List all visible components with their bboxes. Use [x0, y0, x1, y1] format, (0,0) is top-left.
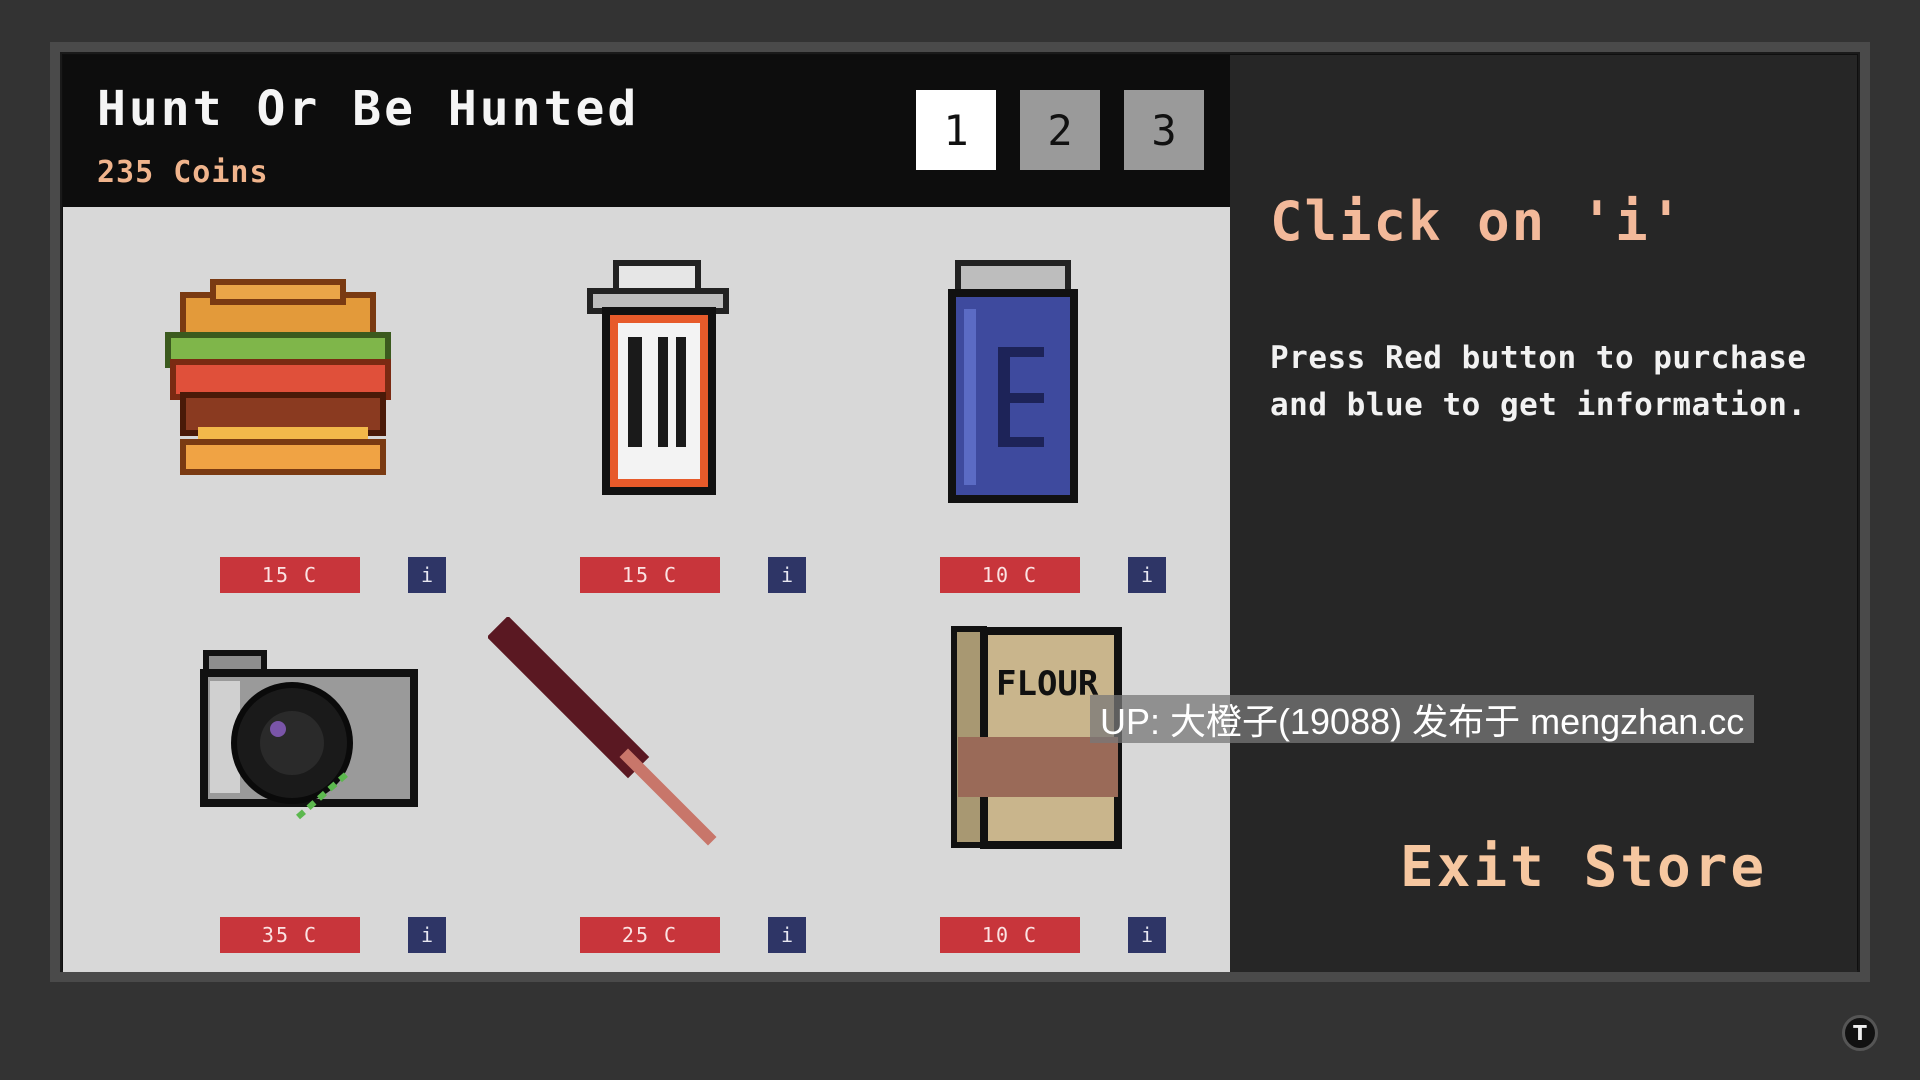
- info-panel: Click on 'i' Press Red button to purchas…: [1230, 55, 1857, 972]
- page-tab-1[interactable]: 1: [916, 90, 996, 170]
- info-flour-button[interactable]: i: [1128, 917, 1166, 953]
- info-burger-button[interactable]: i: [408, 557, 446, 593]
- burger-icon[interactable]: [128, 257, 458, 517]
- buy-burger-button[interactable]: 15 C: [220, 557, 360, 593]
- item-slot-flour: FLOUR 10 C i: [848, 617, 1178, 957]
- flour-label: FLOUR: [996, 664, 1099, 704]
- buy-bat-button[interactable]: 25 C: [580, 917, 720, 953]
- exit-store-button[interactable]: Exit Store: [1400, 835, 1767, 900]
- coin-balance: 235 Coins: [97, 155, 269, 190]
- buy-cup-button[interactable]: 15 C: [580, 557, 720, 593]
- item-slot-camera: 35 C i: [128, 617, 458, 957]
- item-slot-cup: 15 C i: [488, 257, 818, 597]
- store-title: Hunt Or Be Hunted: [97, 81, 640, 137]
- buy-can-button[interactable]: 10 C: [940, 557, 1080, 593]
- info-can-button[interactable]: i: [1128, 557, 1166, 593]
- can-icon[interactable]: [848, 257, 1178, 517]
- page-tab-3[interactable]: 3: [1124, 90, 1204, 170]
- flour-bag-icon[interactable]: FLOUR: [848, 617, 1178, 877]
- hint-body: Press Red button to purchase and blue to…: [1270, 340, 1807, 423]
- item-slot-burger: 15 C i: [128, 257, 458, 597]
- store-panel: Hunt Or Be Hunted 235 Coins 1 2 3 15 C i: [63, 55, 1230, 972]
- camera-icon[interactable]: [128, 617, 458, 877]
- buy-flour-button[interactable]: 10 C: [940, 917, 1080, 953]
- item-slot-bat: 25 C i: [488, 617, 818, 957]
- cup-icon[interactable]: [488, 257, 818, 517]
- page-tabs: 1 2 3: [916, 90, 1204, 170]
- store-header: Hunt Or Be Hunted 235 Coins 1 2 3: [63, 55, 1230, 207]
- hint-title: Click on 'i': [1270, 190, 1685, 253]
- info-camera-button[interactable]: i: [408, 917, 446, 953]
- item-slot-can: 10 C i: [848, 257, 1178, 597]
- overlay-t-icon[interactable]: T: [1842, 1015, 1878, 1051]
- info-bat-button[interactable]: i: [768, 917, 806, 953]
- info-cup-button[interactable]: i: [768, 557, 806, 593]
- bat-icon[interactable]: [488, 617, 818, 877]
- watermark: UP: 大橙子(19088) 发布于 mengzhan.cc: [1090, 695, 1755, 743]
- page-tab-2[interactable]: 2: [1020, 90, 1100, 170]
- buy-camera-button[interactable]: 35 C: [220, 917, 360, 953]
- item-grid: 15 C i 15 C i 10 C i 35 C i 25 C i FLOUR…: [63, 207, 1230, 972]
